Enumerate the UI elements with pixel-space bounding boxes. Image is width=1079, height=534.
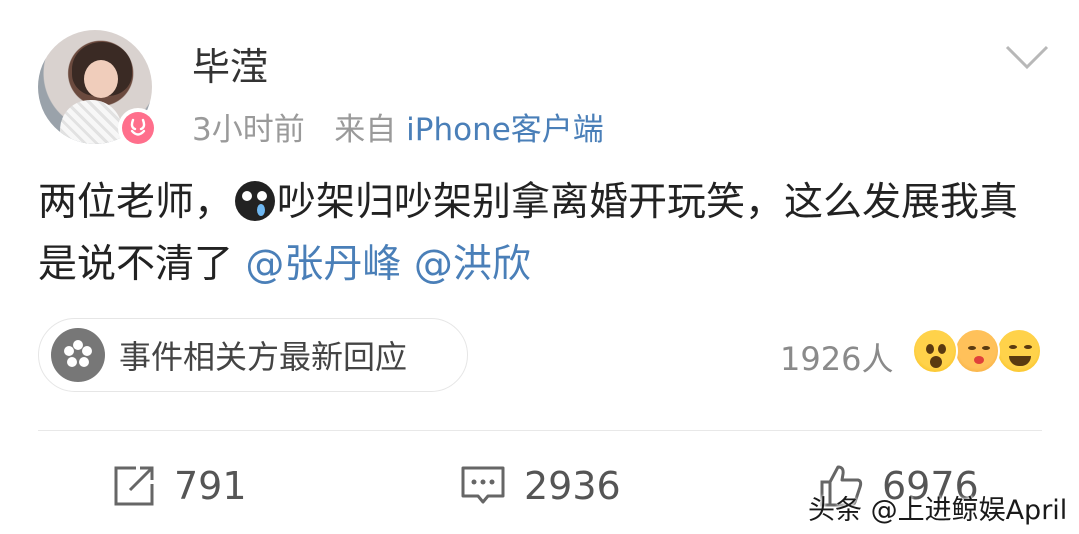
weibo-post: 毕滢 3小时前 来自 iPhone客户端 两位老师， 吵架归吵架别拿离婚开玩笑，这… — [0, 0, 1079, 534]
comment-icon — [461, 466, 505, 504]
source-prefix: 来自 — [334, 112, 397, 148]
watermark: 头条 @上进鲸娱April — [808, 495, 1068, 526]
post-content: 两位老师， 吵架归吵架别拿离婚开玩笑，这么发展我真是说不清了 @张丹峰 @洪欣 — [38, 172, 1048, 296]
mention-link[interactable]: @洪欣 — [414, 242, 531, 287]
chevron-down-icon[interactable] — [1004, 42, 1050, 72]
divider — [38, 430, 1042, 431]
kiss-emoji-icon — [954, 328, 1000, 374]
post-meta: 3小时前 来自 iPhone客户端 — [192, 104, 604, 149]
forward-count: 791 — [174, 464, 247, 508]
flower-icon — [51, 328, 105, 382]
rabbit-icon — [122, 112, 154, 144]
event-response-button[interactable]: 事件相关方最新回应 — [38, 318, 468, 392]
vip-badge — [118, 108, 158, 148]
crying-face-icon — [235, 181, 276, 221]
share-icon — [114, 466, 154, 506]
comment-button[interactable]: 2936 — [460, 458, 621, 514]
avatar-face — [84, 60, 118, 98]
reaction-count[interactable]: 1926人 — [780, 334, 893, 380]
content-text-1: 两位老师， — [38, 180, 234, 225]
comment-count: 2936 — [524, 464, 621, 508]
mention-link[interactable]: @张丹峰 — [245, 242, 401, 287]
event-label: 事件相关方最新回应 — [119, 338, 408, 376]
avatar-shirt — [60, 100, 122, 144]
username[interactable]: 毕滢 — [192, 36, 268, 91]
forward-button[interactable]: 791 — [112, 458, 247, 514]
surprised-emoji-icon — [912, 328, 958, 374]
reaction-emojis[interactable] — [912, 328, 1042, 378]
source-link[interactable]: iPhone客户端 — [406, 112, 604, 148]
post-time: 3小时前 — [192, 112, 305, 148]
laugh-emoji-icon — [996, 328, 1042, 374]
